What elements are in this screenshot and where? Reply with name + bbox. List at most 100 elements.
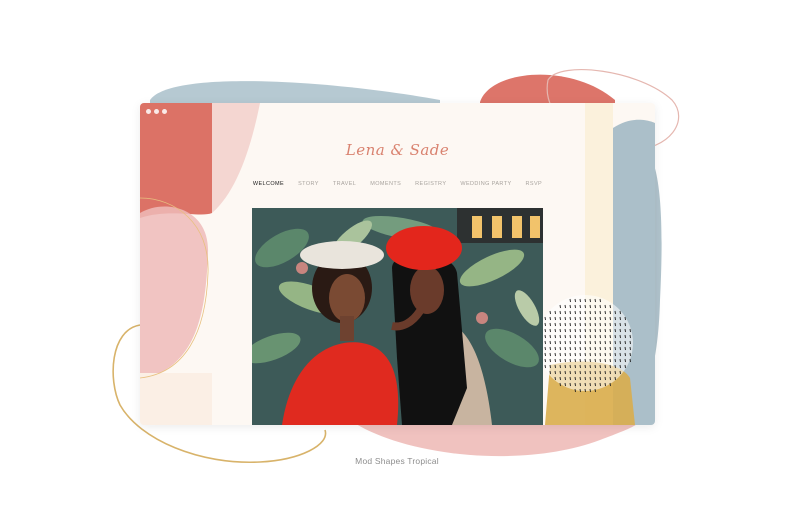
dash-mark xyxy=(579,328,581,333)
dash-mark xyxy=(559,352,561,357)
dash-mark xyxy=(589,358,591,363)
dash-mark xyxy=(559,358,561,363)
dash-mark xyxy=(569,370,571,375)
dash-mark xyxy=(574,364,576,369)
dash-mark xyxy=(549,358,551,363)
dash-mark xyxy=(619,340,621,345)
dash-mark xyxy=(599,304,601,309)
dash-mark xyxy=(569,340,571,345)
dash-mark xyxy=(554,364,556,369)
dash-mark xyxy=(619,316,621,321)
dash-mark xyxy=(574,370,576,375)
dash-mark xyxy=(589,340,591,345)
dash-mark xyxy=(594,352,596,357)
dash-mark xyxy=(629,358,631,363)
dash-mark xyxy=(554,358,556,363)
dash-mark xyxy=(619,322,621,327)
nav-item-moments[interactable]: MOMENTS xyxy=(370,181,401,187)
window-dot[interactable] xyxy=(154,109,159,114)
dash-mark xyxy=(589,304,591,309)
dash-mark xyxy=(544,328,546,333)
dash-mark xyxy=(549,334,551,339)
dash-mark xyxy=(579,370,581,375)
dash-mark xyxy=(619,358,621,363)
dash-mark xyxy=(609,352,611,357)
dash-mark xyxy=(594,310,596,315)
dash-mark xyxy=(614,346,616,351)
dash-mark xyxy=(544,358,546,363)
dash-mark xyxy=(599,358,601,363)
nav-item-rsvp[interactable]: RSVP xyxy=(526,181,543,187)
dash-mark xyxy=(589,388,591,393)
dash-mark xyxy=(594,382,596,387)
dash-mark xyxy=(564,382,566,387)
dash-mark xyxy=(564,334,566,339)
dash-mark xyxy=(554,334,556,339)
dash-mark xyxy=(574,328,576,333)
dash-mark xyxy=(594,322,596,327)
dash-mark xyxy=(584,388,586,393)
dash-mark xyxy=(614,334,616,339)
dash-mark xyxy=(599,334,601,339)
dash-mark xyxy=(574,388,576,393)
dash-mark xyxy=(604,304,606,309)
dash-mark xyxy=(559,322,561,327)
dash-mark xyxy=(599,370,601,375)
dash-mark xyxy=(624,316,626,321)
dash-mark xyxy=(549,352,551,357)
dash-mark xyxy=(554,340,556,345)
dash-mark xyxy=(564,340,566,345)
window-dot[interactable] xyxy=(162,109,167,114)
dash-mark xyxy=(549,310,551,315)
dash-mark xyxy=(619,310,621,315)
dash-mark xyxy=(554,328,556,333)
nav-item-registry[interactable]: REGISTRY xyxy=(415,181,446,187)
dash-mark xyxy=(559,364,561,369)
browser-window: Lena & Sade WELCOME STORY TRAVEL MOMENTS… xyxy=(140,103,655,425)
dash-mark xyxy=(584,370,586,375)
dash-mark xyxy=(569,358,571,363)
nav-item-travel[interactable]: TRAVEL xyxy=(333,181,356,187)
dash-mark xyxy=(559,334,561,339)
dash-mark xyxy=(624,346,626,351)
dash-mark xyxy=(609,334,611,339)
dash-mark xyxy=(559,382,561,387)
cream-strip-left xyxy=(140,373,212,425)
dash-mark xyxy=(594,370,596,375)
dash-mark xyxy=(549,340,551,345)
dash-mark xyxy=(544,322,546,327)
dash-mark xyxy=(619,328,621,333)
dash-mark xyxy=(549,316,551,321)
dash-mark xyxy=(584,376,586,381)
dash-mark xyxy=(564,328,566,333)
dash-mark xyxy=(589,364,591,369)
dash-mark xyxy=(594,328,596,333)
dash-mark xyxy=(544,334,546,339)
dash-mark xyxy=(574,376,576,381)
dash-mark xyxy=(579,382,581,387)
dash-mark xyxy=(569,310,571,315)
dash-mark xyxy=(599,346,601,351)
dash-mark xyxy=(599,352,601,357)
dash-mark xyxy=(624,328,626,333)
dash-mark xyxy=(579,352,581,357)
dash-mark xyxy=(604,370,606,375)
dash-mark xyxy=(614,316,616,321)
nav-item-wedding-party[interactable]: WEDDING PARTY xyxy=(460,181,511,187)
dash-mark xyxy=(604,364,606,369)
dash-mark xyxy=(559,346,561,351)
dash-mark xyxy=(614,328,616,333)
nav-item-story[interactable]: STORY xyxy=(298,181,319,187)
dash-mark xyxy=(629,334,631,339)
dash-mark xyxy=(584,340,586,345)
dash-mark xyxy=(629,346,631,351)
dash-mark xyxy=(604,340,606,345)
dash-mark xyxy=(584,298,586,303)
dash-mark xyxy=(599,376,601,381)
nav-item-welcome[interactable]: WELCOME xyxy=(253,181,284,187)
window-dot[interactable] xyxy=(146,109,151,114)
dash-mark xyxy=(574,298,576,303)
dash-mark xyxy=(564,370,566,375)
dash-mark xyxy=(604,322,606,327)
dash-mark xyxy=(614,358,616,363)
